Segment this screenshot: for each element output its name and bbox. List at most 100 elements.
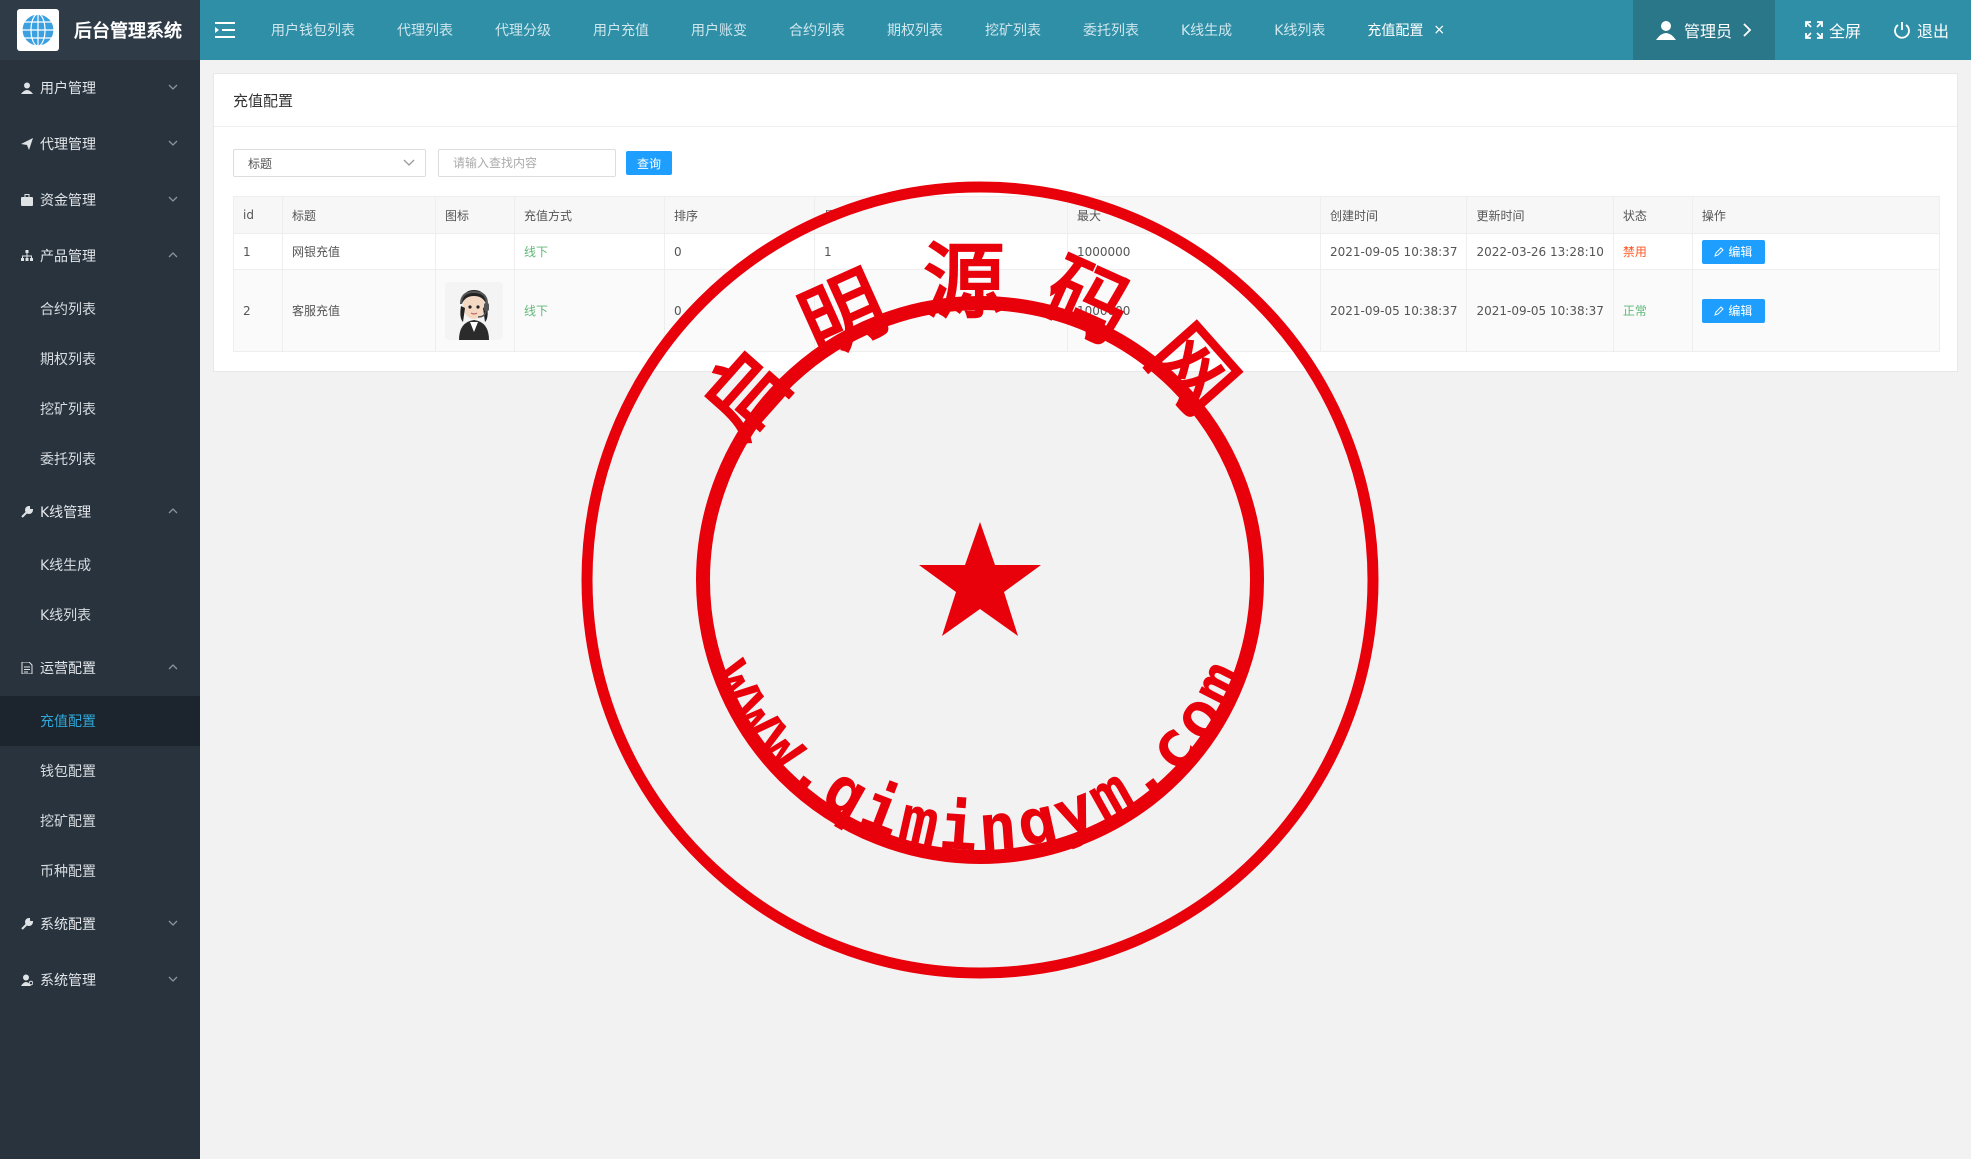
admin-label: 管理员 bbox=[1683, 22, 1732, 41]
tab-user-recharge[interactable]: 用户充值 bbox=[572, 0, 670, 60]
tab-option-list[interactable]: 期权列表 bbox=[866, 0, 964, 60]
chevron-down-icon bbox=[168, 976, 178, 982]
sidebar-group-system-management[interactable]: 系统管理 bbox=[0, 952, 200, 1008]
logo: 后台管理系统 bbox=[0, 0, 200, 60]
tab-kline-list[interactable]: K线列表 bbox=[1253, 0, 1346, 60]
content-card: 充值配置 标题 查询 id 标题 图标 充值方式 排序 最 最大 创建时间 更新… bbox=[213, 73, 1958, 372]
tab-contract-list[interactable]: 合约列表 bbox=[768, 0, 866, 60]
fullscreen-label: 全屏 bbox=[1829, 22, 1862, 41]
cell-sort: 0 bbox=[664, 233, 815, 270]
edit-button[interactable]: 编辑 bbox=[1701, 298, 1765, 323]
logout-button[interactable]: 退出 bbox=[1893, 0, 1949, 60]
cell-max: 1000000 bbox=[1067, 233, 1321, 270]
fullscreen-icon bbox=[1805, 21, 1823, 39]
sidebar-item-kline-generate[interactable]: K线生成 bbox=[0, 540, 200, 590]
sidebar-item-contract-list[interactable]: 合约列表 bbox=[0, 284, 200, 334]
globe-icon bbox=[17, 9, 59, 51]
chevron-up-icon bbox=[168, 664, 178, 670]
sidebar-item-kline-list[interactable]: K线列表 bbox=[0, 590, 200, 640]
close-icon[interactable]: × bbox=[1433, 22, 1445, 38]
sidebar-group-label: 产品管理 bbox=[40, 249, 96, 265]
sidebar-group-label: 系统管理 bbox=[40, 973, 96, 989]
wrench-icon bbox=[20, 917, 34, 931]
edit-icon bbox=[1714, 246, 1725, 257]
tab-label: 充值配置 bbox=[1367, 23, 1424, 39]
col-title: 标题 bbox=[282, 196, 436, 234]
cell-method: 线下 bbox=[514, 269, 665, 352]
tab-agent-list[interactable]: 代理列表 bbox=[376, 0, 474, 60]
col-updated: 更新时间 bbox=[1466, 196, 1614, 234]
chevron-down-icon bbox=[168, 140, 178, 146]
sidebar-item-option-list[interactable]: 期权列表 bbox=[0, 334, 200, 384]
sidebar-item-wallet-config[interactable]: 钱包配置 bbox=[0, 746, 200, 796]
power-icon bbox=[1894, 22, 1910, 39]
cell-method: 线下 bbox=[514, 233, 665, 270]
search-input[interactable] bbox=[438, 149, 616, 177]
fullscreen-button[interactable]: 全屏 bbox=[1805, 0, 1861, 60]
sidebar-group-operation-config[interactable]: 运营配置 bbox=[0, 640, 200, 696]
cell-updated: 2021-09-05 10:38:37 bbox=[1466, 269, 1614, 352]
sidebar-item-order-list[interactable]: 委托列表 bbox=[0, 434, 200, 484]
cell-action: 编辑 bbox=[1691, 233, 1941, 270]
sidebar-group-agent-management[interactable]: 代理管理 bbox=[0, 116, 200, 172]
cell-status: 禁用 bbox=[1612, 233, 1693, 270]
briefcase-icon bbox=[20, 193, 34, 207]
tab-user-wallet-list[interactable]: 用户钱包列表 bbox=[250, 0, 376, 60]
cell-status: 正常 bbox=[1612, 269, 1693, 352]
sidebar-group-kline-management[interactable]: K线管理 bbox=[0, 484, 200, 540]
menu-toggle-icon[interactable] bbox=[200, 0, 250, 60]
cell-title: 客服充值 bbox=[282, 269, 436, 352]
col-action: 操作 bbox=[1691, 196, 1941, 234]
sidebar-group-label: 用户管理 bbox=[40, 81, 96, 97]
top-navbar: 用户钱包列表 代理列表 代理分级 用户充值 用户账变 合约列表 期权列表 挖矿列… bbox=[200, 0, 1971, 60]
cell-icon bbox=[435, 233, 515, 270]
chevron-down-icon bbox=[403, 159, 415, 166]
sidebar-group-user-management[interactable]: 用户管理 bbox=[0, 60, 200, 116]
tab-user-account-change[interactable]: 用户账变 bbox=[670, 0, 768, 60]
tab-agent-level[interactable]: 代理分级 bbox=[474, 0, 572, 60]
app-title: 后台管理系统 bbox=[74, 21, 182, 42]
tab-mining-list[interactable]: 挖矿列表 bbox=[964, 0, 1062, 60]
page-title: 充值配置 bbox=[214, 74, 1957, 127]
sidebar-group-system-config[interactable]: 系统配置 bbox=[0, 896, 200, 952]
sidebar-group-product-management[interactable]: 产品管理 bbox=[0, 228, 200, 284]
sidebar-group-label: 运营配置 bbox=[40, 661, 96, 677]
stamp-bottom-text: www.qimingym.com bbox=[698, 646, 1263, 867]
col-status: 状态 bbox=[1612, 196, 1693, 234]
edit-label: 编辑 bbox=[1728, 245, 1753, 259]
chevron-down-icon bbox=[168, 920, 178, 926]
cell-icon bbox=[435, 269, 515, 352]
col-created: 创建时间 bbox=[1319, 196, 1468, 234]
chevron-right-icon bbox=[1743, 23, 1752, 37]
admin-menu[interactable]: 管理员 bbox=[1633, 0, 1775, 60]
sidebar-group-fund-management[interactable]: 资金管理 bbox=[0, 172, 200, 228]
sidebar-item-recharge-config[interactable]: 充值配置 bbox=[0, 696, 200, 746]
table-header-row: id 标题 图标 充值方式 排序 最 最大 创建时间 更新时间 状态 操作 bbox=[233, 196, 1941, 234]
cell-sort: 0 bbox=[664, 269, 815, 352]
search-button[interactable]: 查询 bbox=[626, 151, 672, 175]
col-icon: 图标 bbox=[435, 196, 515, 234]
edit-label: 编辑 bbox=[1728, 304, 1753, 318]
chevron-down-icon bbox=[168, 196, 178, 202]
col-id: id bbox=[233, 196, 283, 234]
col-min: 最 bbox=[814, 196, 1068, 234]
sidebar-item-mining-list[interactable]: 挖矿列表 bbox=[0, 384, 200, 434]
cell-min: 1 bbox=[814, 233, 1068, 270]
cell-min bbox=[814, 269, 1068, 352]
tab-order-list[interactable]: 委托列表 bbox=[1062, 0, 1160, 60]
user-icon bbox=[1655, 21, 1676, 40]
field-select[interactable]: 标题 bbox=[233, 149, 426, 177]
cell-title: 网银充值 bbox=[282, 233, 436, 270]
cell-created: 2021-09-05 10:38:37 bbox=[1319, 233, 1468, 270]
document-icon bbox=[20, 661, 34, 675]
edit-button[interactable]: 编辑 bbox=[1701, 239, 1765, 264]
user-icon bbox=[20, 81, 34, 95]
star-icon bbox=[919, 522, 1041, 636]
recharge-config-table: id 标题 图标 充值方式 排序 最 最大 创建时间 更新时间 状态 操作 1 … bbox=[233, 196, 1941, 352]
sidebar-item-currency-config[interactable]: 币种配置 bbox=[0, 846, 200, 896]
tab-recharge-config[interactable]: 充值配置 × bbox=[1346, 0, 1466, 60]
sidebar-item-mining-config[interactable]: 挖矿配置 bbox=[0, 796, 200, 846]
stamp-inner-ring bbox=[696, 296, 1264, 864]
tab-kline-generate[interactable]: K线生成 bbox=[1160, 0, 1253, 60]
col-max: 最大 bbox=[1067, 196, 1321, 234]
